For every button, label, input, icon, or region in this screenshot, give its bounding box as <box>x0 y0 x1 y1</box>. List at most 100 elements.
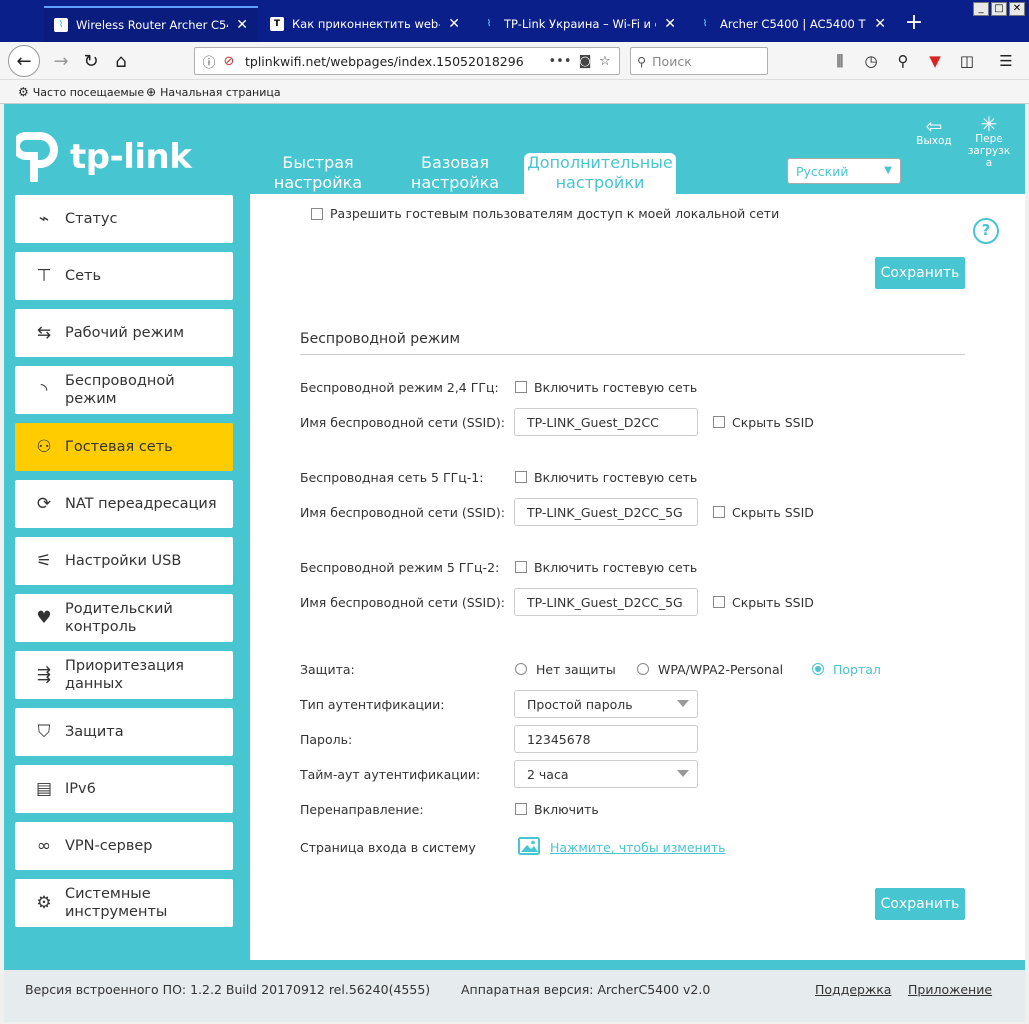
back-arrow-icon[interactable]: ← <box>8 45 40 77</box>
auth-type-label: Тип аутентификации: <box>300 697 445 712</box>
brand-name: tp-link <box>70 137 192 177</box>
sidebar-item-security[interactable]: ⛉ Защита <box>15 708 233 756</box>
timeout-select[interactable]: 2 часа <box>514 760 698 788</box>
save-button-top[interactable]: Сохранить <box>875 257 965 289</box>
sidebar-toggle-icon[interactable]: ◫ <box>957 52 977 70</box>
router-admin-page: tp-link Быстрая настройка Базовая настро… <box>4 104 1025 1022</box>
redirect-enable-checkbox[interactable] <box>515 803 527 815</box>
sidebar-item-network[interactable]: ⊤ Сеть <box>15 252 233 300</box>
tab-basic-setup[interactable]: Базовая настройка <box>385 153 525 195</box>
sidebar-item-label: Беспроводной режим <box>65 372 175 408</box>
support-link[interactable]: Поддержка <box>815 982 891 997</box>
reboot-button[interactable]: ✳ Пере загрузк а <box>964 114 1014 169</box>
tab-quick-setup[interactable]: Быстрая настройка <box>248 153 388 195</box>
sidebar-item-usb[interactable]: ⚟ Настройки USB <box>15 537 233 585</box>
sidebar-item-status[interactable]: ⌁ Статус <box>15 195 233 243</box>
security-portal-radio[interactable] <box>812 663 824 675</box>
shield-addon-icon[interactable]: ▼ <box>925 52 945 70</box>
auth-type-select[interactable]: Простой пароль <box>514 690 698 718</box>
label-line2: данных <box>65 676 123 692</box>
home-icon[interactable]: ⌂ <box>106 46 136 76</box>
zoom-search-icon[interactable]: ⚲ <box>893 52 913 70</box>
bookmark-most-visited[interactable]: ⚙ Часто посещаемые <box>18 85 144 99</box>
band2-ssid-input[interactable]: TP-LINK_Guest_D2CC_5G <box>514 498 698 526</box>
pocket-icon[interactable]: ◙ <box>575 54 595 69</box>
band2-hide-ssid-checkbox[interactable] <box>713 506 725 518</box>
allow-local-access-checkbox[interactable] <box>311 208 323 220</box>
close-icon[interactable]: ✕ <box>236 17 248 33</box>
security-wpa-radio[interactable] <box>637 663 649 675</box>
band2-enable-checkbox[interactable] <box>515 471 527 483</box>
sidebar-item-parental-control[interactable]: ♥ Родительский контроль <box>15 594 233 642</box>
tab-advanced-settings[interactable]: Дополнительные настройки <box>524 153 676 195</box>
sidebar-item-system-tools[interactable]: ⚙ Системные инструменты <box>15 879 233 927</box>
app-link[interactable]: Приложение <box>908 982 992 997</box>
maximize-icon[interactable]: □ <box>991 2 1007 16</box>
history-clock-icon[interactable]: ◷ <box>861 52 881 70</box>
language-select[interactable]: Русский ▼ <box>787 158 901 184</box>
password-input[interactable]: 12345678 <box>514 725 698 753</box>
security-wpa-label: WPA/WPA2-Personal <box>658 662 784 677</box>
search-input[interactable]: ⚲ Поиск <box>630 47 768 75</box>
sidebar-item-label: Защита <box>65 724 124 740</box>
band3-hide-ssid-checkbox[interactable] <box>713 596 725 608</box>
priority-arrows-icon: ⇶ <box>36 665 52 685</box>
forward-arrow-icon[interactable]: → <box>46 46 76 76</box>
band3-enable-checkbox[interactable] <box>515 561 527 573</box>
label-line1: Системные <box>65 886 151 902</box>
guest-network-panel: Разрешить гостевым пользователям доступ … <box>250 194 1025 960</box>
sidebar-item-qos[interactable]: ⇶ Приоритезация данных <box>15 651 233 699</box>
sidebar-item-label: Настройки USB <box>65 553 182 569</box>
band1-ssid-label: Имя беспроводной сети (SSID): <box>300 415 505 430</box>
sidebar-item-ipv6[interactable]: ▤ IPv6 <box>15 765 233 813</box>
tab-title: Wireless Router Archer C5400 <box>76 18 228 32</box>
browser-tab-router[interactable]: ⌇ Wireless Router Archer C5400 ✕ <box>44 6 258 42</box>
browser-tab-archer[interactable]: ⌇ Archer C5400 | AC5400 Трехди ✕ <box>688 6 896 42</box>
minimize-icon[interactable]: _ <box>973 2 989 16</box>
image-icon[interactable] <box>518 837 540 855</box>
url-text[interactable]: tplinkwifi.net/webpages/index.1505201829… <box>245 54 545 69</box>
close-window-icon[interactable]: ✕ <box>1009 2 1025 16</box>
insecure-lock-icon[interactable]: ⊘ <box>219 54 239 69</box>
band1-hide-ssid-checkbox[interactable] <box>713 416 725 428</box>
reboot-label: Пере <box>975 133 1003 145</box>
hamburger-menu-icon[interactable]: ☰ <box>996 52 1016 70</box>
browser-tab-webcam[interactable]: T Как приконнектить web-камер ✕ <box>260 6 470 42</box>
label-line1: Родительский <box>65 601 173 617</box>
sidebar-item-vpn[interactable]: ∞ VPN-сервер <box>15 822 233 870</box>
close-icon[interactable]: ✕ <box>874 16 886 32</box>
sidebar-item-operation-mode[interactable]: ⇆ Рабочий режим <box>15 309 233 357</box>
url-bar[interactable]: ⓘ ⊘ tplinkwifi.net/webpages/index.150520… <box>194 47 620 75</box>
bookmark-star-icon[interactable]: ☆ <box>595 54 615 69</box>
browser-tab-tplink-ua[interactable]: ⌇ TP-Link Украина – Wi-Fi и сете ✕ <box>472 6 686 42</box>
info-icon[interactable]: ⓘ <box>199 52 219 71</box>
bookmark-start-page[interactable]: ⊕ Начальная страница <box>146 85 281 99</box>
tab-title: TP-Link Украина – Wi-Fi и сете <box>504 17 656 31</box>
change-login-page-link[interactable]: Нажмите, чтобы изменить <box>550 840 726 855</box>
pulse-icon: ⌁ <box>38 209 50 229</box>
sidebar-item-nat[interactable]: ⟳ NAT переадресация <box>15 480 233 528</box>
page-actions-icon[interactable]: ••• <box>545 54 575 69</box>
band1-label: Беспроводной режим 2,4 ГГц: <box>300 380 499 395</box>
reload-icon[interactable]: ↻ <box>76 46 106 76</box>
save-button-bottom[interactable]: Сохранить <box>875 888 965 920</box>
band3-ssid-label: Имя беспроводной сети (SSID): <box>300 595 505 610</box>
firmware-version: Версия встроенного ПО: 1.2.2 Build 20170… <box>25 982 431 997</box>
library-icon[interactable]: ⫼ <box>830 52 850 70</box>
browser-tab-strip: ⌇ Wireless Router Archer C5400 ✕ T Как п… <box>0 0 1029 42</box>
bookmark-label: Часто посещаемые <box>32 85 145 99</box>
security-none-radio[interactable] <box>515 663 527 675</box>
sidebar-item-guest-network[interactable]: ⚇ Гостевая сеть <box>15 423 233 471</box>
sidebar-item-label: Системные инструменты <box>65 885 167 921</box>
router-footer: Версия встроенного ПО: 1.2.2 Build 20170… <box>4 970 1025 1022</box>
chevron-down-icon: ▼ <box>884 165 892 176</box>
close-icon[interactable]: ✕ <box>664 16 676 32</box>
band1-enable-checkbox[interactable] <box>515 381 527 393</box>
help-icon[interactable]: ? <box>973 218 999 244</box>
new-tab-button[interactable]: + <box>900 10 928 38</box>
band1-ssid-input[interactable]: TP-LINK_Guest_D2CC <box>514 408 698 436</box>
logout-button[interactable]: ⇦ Выход <box>909 116 959 147</box>
sidebar-item-wireless[interactable]: ◝ Беспроводной режим <box>15 366 233 414</box>
band3-ssid-input[interactable]: TP-LINK_Guest_D2CC_5G <box>514 588 698 616</box>
close-icon[interactable]: ✕ <box>448 16 460 32</box>
